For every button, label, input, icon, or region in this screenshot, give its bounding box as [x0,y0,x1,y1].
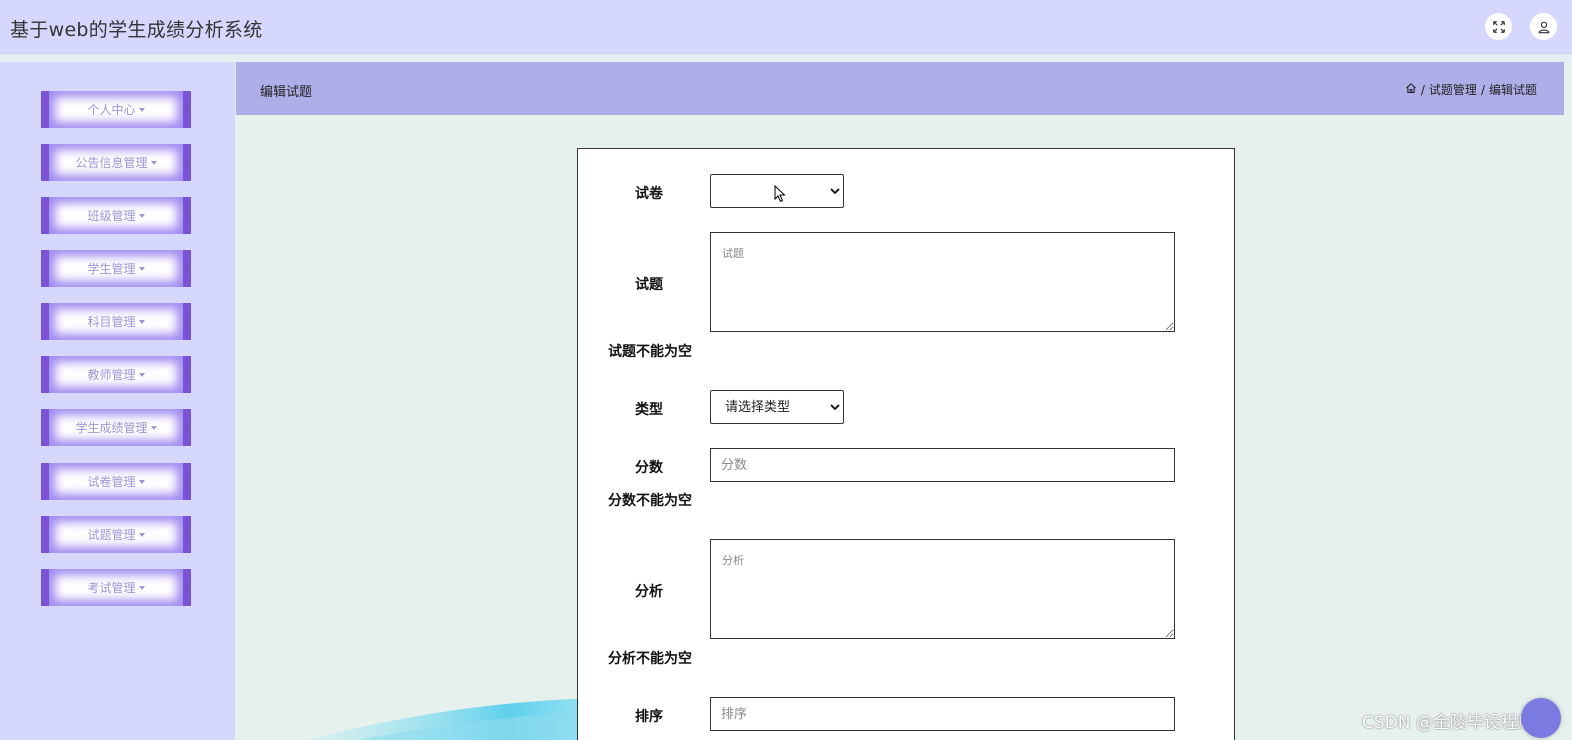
paper-label: 试卷 [635,186,663,202]
chevron-down-icon [138,213,145,218]
sidebar-item-student-management[interactable]: 学生管理 [41,250,191,287]
sidebar-item-class-management[interactable]: 班级管理 [41,197,191,234]
sidebar-item-label: 教师管理 [87,368,136,382]
page-title: 编辑试题 [260,85,313,100]
chevron-down-icon [138,319,145,324]
chevron-down-icon [138,372,145,377]
fullscreen-icon[interactable] [1485,13,1512,40]
watermark: CSDN @金陵毕设程序 [1362,713,1535,733]
sidebar-item-score-management[interactable]: 学生成绩管理 [41,409,191,446]
chevron-down-icon [138,585,145,590]
breadcrumb-separator: / [1480,82,1485,97]
sidebar-item-label: 试题管理 [87,528,136,542]
top-header: 基于web的学生成绩分析系统 [0,0,1572,54]
order-label: 排序 [635,709,663,725]
sidebar-item-personal-center[interactable]: 个人中心 [41,91,191,128]
sidebar-item-label: 考试管理 [87,581,136,595]
edit-question-form: 试卷 试题 试题不能为空 类型 请选择类型 分数 分数不能为空 分析 分析不能为… [577,148,1235,740]
sidebar-item-label: 学生成绩管理 [75,421,148,435]
breadcrumb-item-edit-question: 编辑试题 [1488,83,1537,97]
score-error: 分数不能为空 [608,493,692,509]
analysis-error: 分析不能为空 [608,651,692,667]
question-textarea[interactable] [710,232,1175,332]
breadcrumb-item-question-management[interactable]: 试题管理 [1429,81,1477,98]
chevron-down-icon [138,479,145,484]
breadcrumb-separator: / [1420,82,1425,97]
sidebar-item-label: 试卷管理 [87,475,136,489]
sidebar-item-notice-management[interactable]: 公告信息管理 [41,144,191,181]
sidebar: 个人中心 公告信息管理 班级管理 学生管理 科目管理 教师管理 学生成绩管理 试… [0,62,235,740]
app-title: 基于web的学生成绩分析系统 [10,19,263,41]
breadcrumb-bar: 编辑试题 / 试题管理 / 编辑试题 [236,62,1564,115]
user-icon[interactable] [1530,13,1557,40]
analysis-label: 分析 [635,584,663,600]
sidebar-item-question-management[interactable]: 试题管理 [41,516,191,553]
floating-action-button[interactable] [1521,698,1561,738]
home-icon[interactable] [1405,82,1417,97]
sidebar-item-paper-management[interactable]: 试卷管理 [41,463,191,500]
sidebar-item-subject-management[interactable]: 科目管理 [41,303,191,340]
type-select[interactable]: 请选择类型 [710,390,844,424]
sidebar-item-label: 学生管理 [87,262,136,276]
chevron-down-icon [150,425,157,430]
sidebar-item-label: 科目管理 [87,315,136,329]
chevron-down-icon [138,266,145,271]
sidebar-item-label: 个人中心 [87,103,136,117]
sidebar-item-teacher-management[interactable]: 教师管理 [41,356,191,393]
analysis-textarea[interactable] [710,539,1175,639]
mouse-cursor-icon [774,185,786,203]
order-input[interactable] [710,697,1175,731]
chevron-down-icon [150,160,157,165]
question-label: 试题 [635,277,663,293]
background-wave [306,698,596,740]
score-input[interactable] [710,448,1175,482]
score-label: 分数 [635,460,663,476]
chevron-down-icon [138,532,145,537]
type-label: 类型 [635,402,663,418]
sidebar-item-label: 公告信息管理 [75,156,148,170]
sidebar-item-exam-management[interactable]: 考试管理 [41,569,191,606]
sidebar-item-label: 班级管理 [87,209,136,223]
question-error: 试题不能为空 [608,344,692,360]
chevron-down-icon [138,107,145,112]
breadcrumb: / 试题管理 / 编辑试题 [1405,81,1537,98]
header-divider [0,54,1572,62]
